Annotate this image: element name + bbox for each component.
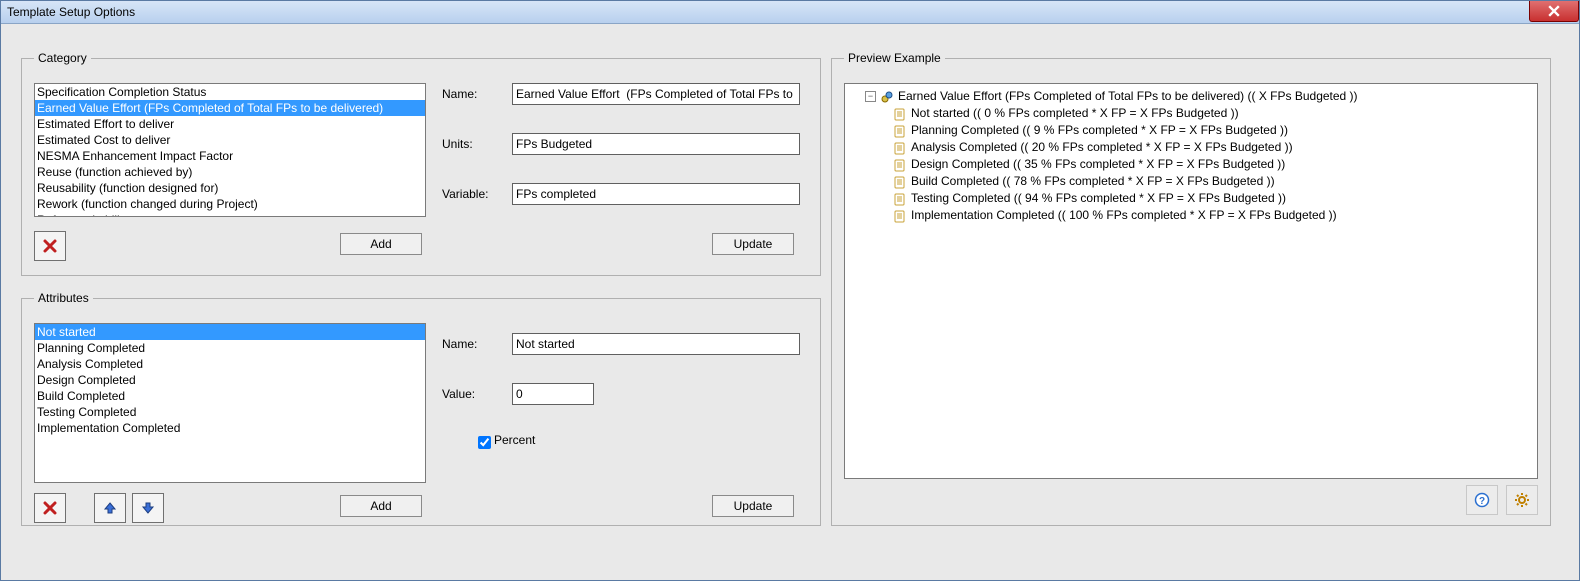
- preview-group: Preview Example − Earned Value Effort (FP…: [831, 51, 1551, 526]
- category-list-item[interactable]: Earned Value Effort (FPs Completed of To…: [35, 100, 425, 116]
- tree-item-label: Planning Completed (( 9 % FPs completed …: [911, 122, 1288, 139]
- titlebar: Template Setup Options: [1, 1, 1579, 24]
- tree-item-label: Implementation Completed (( 100 % FPs co…: [911, 207, 1337, 224]
- category-add-button[interactable]: Add: [340, 233, 422, 255]
- category-name-label: Name:: [442, 87, 477, 101]
- attribute-list-item[interactable]: Build Completed: [35, 388, 425, 404]
- attribute-update-button[interactable]: Update: [712, 495, 794, 517]
- gear-icon: [1514, 492, 1530, 508]
- delete-icon: [42, 500, 58, 516]
- percent-checkbox[interactable]: [478, 436, 491, 449]
- delete-icon: [42, 238, 58, 254]
- percent-label: Percent: [494, 433, 535, 447]
- tree-item-label: Design Completed (( 35 % FPs completed *…: [911, 156, 1285, 173]
- attribute-name-label: Name:: [442, 337, 477, 351]
- attribute-value-label: Value:: [442, 387, 475, 401]
- arrow-down-icon: [141, 501, 155, 515]
- tree-item[interactable]: Implementation Completed (( 100 % FPs co…: [847, 207, 1535, 224]
- category-units-label: Units:: [442, 137, 473, 151]
- tree-root[interactable]: − Earned Value Effort (FPs Completed of T…: [847, 88, 1535, 105]
- category-update-button[interactable]: Update: [712, 233, 794, 255]
- category-list-item[interactable]: Estimated Effort to deliver: [35, 116, 425, 132]
- category-variable-label: Variable:: [442, 187, 488, 201]
- category-delete-button[interactable]: [34, 231, 66, 261]
- tree-item-label: Analysis Completed (( 20 % FPs completed…: [911, 139, 1293, 156]
- tree-item-label: Not started (( 0 % FPs completed * X FP …: [911, 105, 1239, 122]
- preview-tree[interactable]: − Earned Value Effort (FPs Completed of T…: [844, 83, 1538, 479]
- tree-item-label: Build Completed (( 78 % FPs completed * …: [911, 173, 1275, 190]
- attribute-list-item[interactable]: Analysis Completed: [35, 356, 425, 372]
- category-list-item[interactable]: Specification Completion Status: [35, 84, 425, 100]
- tree-item[interactable]: Testing Completed (( 94 % FPs completed …: [847, 190, 1535, 207]
- window-title: Template Setup Options: [7, 5, 135, 19]
- help-button[interactable]: ?: [1466, 485, 1498, 515]
- move-down-button[interactable]: [132, 493, 164, 523]
- svg-text:?: ?: [1479, 496, 1485, 507]
- attribute-list-item[interactable]: Planning Completed: [35, 340, 425, 356]
- move-up-button[interactable]: [94, 493, 126, 523]
- category-list-item[interactable]: NESMA Enhancement Impact Factor: [35, 148, 425, 164]
- collapse-icon[interactable]: −: [865, 91, 876, 102]
- category-group: Category Specification Completion Status…: [21, 51, 821, 276]
- attributes-legend: Attributes: [34, 291, 93, 305]
- preview-legend: Preview Example: [844, 51, 945, 65]
- window: Template Setup Options Category Specific…: [0, 0, 1580, 581]
- category-list-item[interactable]: Estimated Cost to deliver: [35, 132, 425, 148]
- close-icon: [1548, 5, 1560, 17]
- attributes-list[interactable]: Not startedPlanning CompletedAnalysis Co…: [34, 323, 426, 483]
- attribute-list-item[interactable]: Testing Completed: [35, 404, 425, 420]
- attribute-delete-button[interactable]: [34, 493, 66, 523]
- attribute-list-item[interactable]: Design Completed: [35, 372, 425, 388]
- attribute-name-input[interactable]: [512, 333, 800, 355]
- arrow-up-icon: [103, 501, 117, 515]
- tree-item[interactable]: Analysis Completed (( 20 % FPs completed…: [847, 139, 1535, 156]
- category-list-item[interactable]: Rework (function changed during Project): [35, 196, 425, 212]
- tree-item[interactable]: Not started (( 0 % FPs completed * X FP …: [847, 105, 1535, 122]
- help-icon: ?: [1474, 492, 1490, 508]
- category-units-input[interactable]: [512, 133, 800, 155]
- attribute-list-item[interactable]: Implementation Completed: [35, 420, 425, 436]
- settings-button[interactable]: [1506, 485, 1538, 515]
- category-list-item[interactable]: Reuse (function achieved by): [35, 164, 425, 180]
- tree-root-label: Earned Value Effort (FPs Completed of To…: [898, 88, 1358, 105]
- close-button[interactable]: [1529, 1, 1579, 22]
- category-list-item[interactable]: Reform suitability: [35, 212, 425, 217]
- attribute-add-button[interactable]: Add: [340, 495, 422, 517]
- tree-item[interactable]: Planning Completed (( 9 % FPs completed …: [847, 122, 1535, 139]
- category-variable-input[interactable]: [512, 183, 800, 205]
- category-legend: Category: [34, 51, 91, 65]
- tree-item[interactable]: Design Completed (( 35 % FPs completed *…: [847, 156, 1535, 173]
- attribute-list-item[interactable]: Not started: [35, 324, 425, 340]
- attribute-value-input[interactable]: [512, 383, 594, 405]
- tree-item[interactable]: Build Completed (( 78 % FPs completed * …: [847, 173, 1535, 190]
- tree-item-label: Testing Completed (( 94 % FPs completed …: [911, 190, 1286, 207]
- attributes-group: Attributes Not startedPlanning Completed…: [21, 291, 821, 526]
- category-list-item[interactable]: Reusability (function designed for): [35, 180, 425, 196]
- category-list[interactable]: Specification Completion StatusEarned Va…: [34, 83, 426, 217]
- category-name-input[interactable]: [512, 83, 800, 105]
